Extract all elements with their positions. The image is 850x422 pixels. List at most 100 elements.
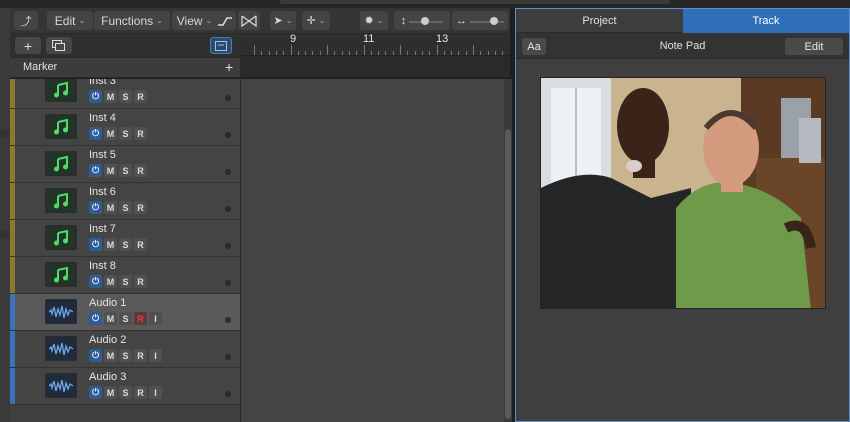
music-note-icon[interactable] — [45, 262, 77, 287]
note-pad-body[interactable] — [516, 59, 849, 421]
track-color-bar — [10, 294, 15, 330]
solo-button[interactable]: S — [119, 386, 132, 399]
automation-button[interactable] — [214, 11, 236, 30]
mute-button[interactable]: M — [104, 238, 117, 251]
mute-button[interactable]: M — [104, 127, 117, 140]
solo-button[interactable]: S — [119, 201, 132, 214]
music-note-icon[interactable] — [45, 151, 77, 176]
ruler-tick — [254, 45, 255, 55]
track-name[interactable]: Inst 8 — [89, 260, 116, 272]
scrollbar-thumb[interactable] — [505, 129, 511, 419]
mute-button[interactable]: M — [104, 275, 117, 288]
power-icon[interactable]: ⏻ — [89, 90, 102, 103]
track-row[interactable]: Inst 5 ⏻ M S R — [10, 146, 240, 183]
edit-button[interactable]: Edit — [785, 38, 843, 55]
back-arrow-icon: ⤴ — [20, 15, 32, 28]
track-row[interactable]: Inst 6 ⏻ M S R — [10, 183, 240, 220]
track-row[interactable]: Inst 4 ⏻ M S R — [10, 109, 240, 146]
track-name[interactable]: Inst 3 — [89, 79, 116, 87]
record-enable-button[interactable]: R — [134, 349, 147, 362]
tab-project[interactable]: Project — [516, 9, 683, 33]
power-icon[interactable]: ⏻ — [89, 312, 102, 325]
input-monitor-button[interactable]: I — [149, 349, 162, 362]
mute-button[interactable]: M — [104, 201, 117, 214]
power-icon[interactable]: ⏻ — [89, 238, 102, 251]
record-enable-button[interactable]: R — [134, 201, 147, 214]
music-note-icon[interactable] — [45, 188, 77, 213]
duplicate-track-button[interactable] — [46, 37, 72, 54]
ruler-tick — [392, 51, 394, 55]
flex-button[interactable] — [238, 11, 260, 30]
power-icon[interactable]: ⏻ — [89, 127, 102, 140]
bar-ruler[interactable]: 9 11 13 — [240, 34, 510, 56]
track-row[interactable]: Audio 3 ⏻ M S R I — [10, 368, 240, 405]
vertical-zoom-icon: ↕ — [400, 14, 407, 27]
input-monitor-button[interactable]: I — [149, 386, 162, 399]
vertical-scrollbar[interactable] — [504, 79, 512, 422]
track-row[interactable]: Audio 1 ⏻ M S R I — [10, 294, 240, 331]
mute-button[interactable]: M — [104, 386, 117, 399]
solo-button[interactable]: S — [119, 127, 132, 140]
record-enable-button[interactable]: R — [134, 238, 147, 251]
record-enable-button[interactable]: R — [134, 127, 147, 140]
waveform-icon[interactable] — [45, 299, 77, 324]
music-note-icon[interactable] — [45, 225, 77, 250]
music-note-icon[interactable] — [45, 79, 77, 102]
track-name[interactable]: Audio 2 — [89, 334, 126, 346]
track-row[interactable]: Inst 3 ⏻ M S R — [10, 79, 240, 109]
activity-indicator — [225, 95, 231, 101]
edit-menu[interactable]: Edit ⌄ — [47, 11, 93, 30]
view-menu[interactable]: View ⌄ — [172, 11, 217, 30]
pointer-tool-button[interactable]: ➤ ⌄ — [270, 11, 296, 30]
solo-button[interactable]: S — [119, 238, 132, 251]
functions-menu[interactable]: Functions ⌄ — [94, 11, 170, 30]
solo-button[interactable]: S — [119, 349, 132, 362]
power-icon[interactable]: ⏻ — [89, 201, 102, 214]
track-row[interactable]: Inst 8 ⏻ M S R — [10, 257, 240, 294]
mute-button[interactable]: M — [104, 349, 117, 362]
power-icon[interactable]: ⏻ — [89, 349, 102, 362]
plus-icon[interactable]: + — [225, 59, 233, 75]
ruler-tick — [363, 45, 365, 55]
record-enable-button[interactable]: R — [134, 386, 147, 399]
solo-button[interactable]: S — [119, 312, 132, 325]
track-row[interactable]: Inst 7 ⏻ M S R — [10, 220, 240, 257]
track-row[interactable]: Audio 2 ⏻ M S R I — [10, 331, 240, 368]
mute-button[interactable]: M — [104, 312, 117, 325]
track-name[interactable]: Audio 1 — [89, 297, 126, 309]
input-monitor-button[interactable]: I — [149, 312, 162, 325]
record-enable-button[interactable]: R — [134, 312, 147, 325]
marker-track-header[interactable]: Marker + — [10, 57, 240, 78]
record-enable-button[interactable]: R — [134, 275, 147, 288]
solo-button[interactable]: S — [119, 90, 132, 103]
marker-lane[interactable] — [240, 56, 510, 78]
track-name[interactable]: Inst 4 — [89, 112, 116, 124]
tracks-work-area[interactable] — [240, 79, 504, 422]
settings-button[interactable]: ✹ ⌄ — [360, 11, 388, 30]
activity-indicator — [225, 169, 231, 175]
top-scrollbar[interactable] — [280, 0, 670, 4]
back-button[interactable]: ⤴ — [14, 11, 38, 30]
waveform-icon[interactable] — [45, 336, 77, 361]
track-name[interactable]: Inst 6 — [89, 186, 116, 198]
power-icon[interactable]: ⏻ — [89, 275, 102, 288]
vertical-zoom-slider[interactable]: ↕ — [394, 11, 450, 30]
power-icon[interactable]: ⏻ — [89, 164, 102, 177]
solo-button[interactable]: S — [119, 164, 132, 177]
track-name[interactable]: Audio 3 — [89, 371, 126, 383]
track-name[interactable]: Inst 7 — [89, 223, 116, 235]
horizontal-zoom-slider[interactable]: ↔ — [452, 11, 508, 30]
record-enable-button[interactable]: R — [134, 90, 147, 103]
track-filter-button[interactable] — [210, 37, 232, 54]
tab-track[interactable]: Track — [683, 9, 849, 33]
mute-button[interactable]: M — [104, 164, 117, 177]
power-icon[interactable]: ⏻ — [89, 386, 102, 399]
crosshair-tool-button[interactable]: ✛ ⌄ — [302, 11, 330, 30]
record-enable-button[interactable]: R — [134, 164, 147, 177]
solo-button[interactable]: S — [119, 275, 132, 288]
mute-button[interactable]: M — [104, 90, 117, 103]
waveform-icon[interactable] — [45, 373, 77, 398]
add-track-button[interactable]: + — [15, 37, 41, 54]
track-name[interactable]: Inst 5 — [89, 149, 116, 161]
music-note-icon[interactable] — [45, 114, 77, 139]
